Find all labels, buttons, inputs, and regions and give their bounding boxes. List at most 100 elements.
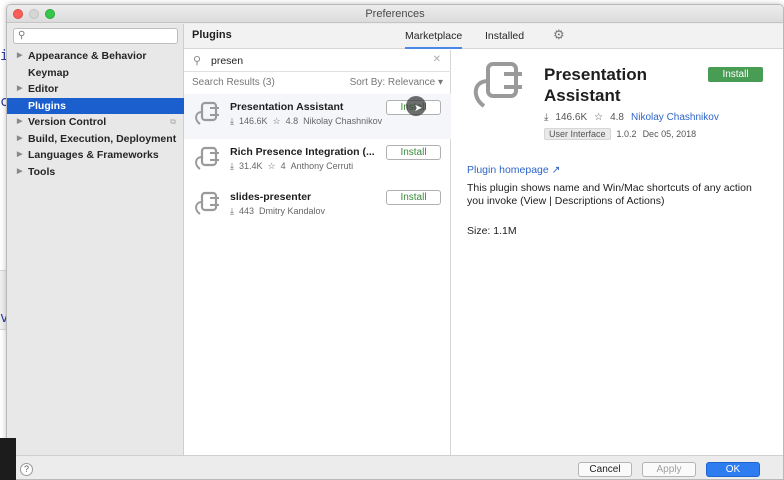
- downloads-count: 146.6K: [555, 112, 588, 123]
- search-value: presen: [211, 55, 244, 67]
- plugin-icon: [195, 101, 219, 125]
- title-bar: Preferences: [7, 5, 783, 23]
- expand-arrow-icon[interactable]: ▶: [17, 164, 22, 181]
- install-button[interactable]: Install: [386, 145, 441, 160]
- list-item[interactable]: Presentation Assistant ⤓ 146.6K ☆ 4.8 Nikola…: [184, 94, 451, 139]
- plugin-detail-tags: User Interface 1.0.2 Dec 05, 2018: [544, 128, 702, 140]
- plugin-detail-name: Presentation Assistant: [544, 65, 647, 105]
- plugin-meta: ⤓ 31.4K ☆ 4 Anthony Cerruti: [230, 161, 358, 172]
- sidebar-item-languages[interactable]: ▶ Languages & Frameworks: [7, 147, 184, 164]
- sidebar-item-keymap[interactable]: Keymap: [7, 65, 184, 82]
- expand-arrow-icon[interactable]: ▶: [17, 114, 22, 131]
- ok-button[interactable]: OK: [706, 462, 760, 477]
- version: 1.0.2: [616, 129, 637, 139]
- downloads-count: 146.6K: [238, 116, 268, 126]
- plugin-search-input[interactable]: ⚲ presen ✕: [184, 50, 451, 72]
- homepage-label: Plugin homepage: [467, 164, 549, 176]
- search-icon: ⚲: [193, 55, 202, 67]
- sidebar-item-appearance[interactable]: ▶ Appearance & Behavior: [7, 48, 184, 65]
- download-icon: ⤓: [230, 206, 234, 216]
- plugin-homepage-link[interactable]: Plugin homepage ↗: [467, 164, 560, 176]
- plugin-name: slides-presenter: [230, 191, 312, 203]
- downloads-count: 443: [238, 206, 255, 216]
- sidebar-item-label: Appearance & Behavior: [28, 50, 147, 62]
- vendor-link[interactable]: Nikolay Chashnikov: [631, 112, 719, 123]
- star-icon: ☆: [272, 116, 281, 126]
- vendor: Nikolay Chashnikov: [303, 116, 383, 126]
- list-item[interactable]: Rich Presence Integration (... ⤓ 31.4K ☆ 4 A…: [184, 139, 451, 184]
- apply-button[interactable]: Apply: [642, 462, 696, 477]
- rating: 4: [280, 161, 286, 171]
- plugin-description: This plugin shows name and Win/Mac short…: [467, 182, 752, 207]
- plugin-meta: ⤓ 146.6K ☆ 4.8 Nikolay Chashnikov: [230, 116, 387, 127]
- sidebar-item-editor[interactable]: ▶ Editor: [7, 81, 184, 98]
- sidebar-item-label: Build, Execution, Deployment: [28, 132, 177, 145]
- settings-search-input[interactable]: ⚲: [13, 28, 178, 44]
- sidebar-item-label: Plugins: [28, 99, 66, 112]
- plugin-results-list: ⚲ presen ✕ Search Results (3) Sort By: R…: [184, 50, 451, 455]
- plugin-size: Size: 1.1M: [467, 225, 517, 237]
- sidebar-item-tools[interactable]: ▶ Tools: [7, 164, 184, 181]
- sidebar-item-label: Tools: [28, 165, 56, 178]
- rating: 4.8: [285, 116, 299, 126]
- close-window-button[interactable]: [13, 9, 23, 19]
- plugins-header: Plugins Marketplace Installed ⚙: [184, 24, 783, 49]
- install-button[interactable]: Install: [386, 190, 441, 205]
- plugin-name: Presentation Assistant: [230, 101, 344, 113]
- plugin-name: Rich Presence Integration (...: [230, 146, 375, 158]
- sidebar-item-label: Languages & Frameworks: [28, 149, 159, 161]
- preferences-window: Preferences ⚲ ▶ Appearance & Behavior Key…: [6, 4, 784, 480]
- cancel-button[interactable]: Cancel: [578, 462, 632, 477]
- plugins-panel: Plugins Marketplace Installed ⚙ ⚲ presen…: [184, 24, 783, 455]
- expand-arrow-icon[interactable]: ▶: [17, 131, 22, 148]
- cursor-arrow-icon: ➤: [414, 103, 423, 114]
- help-button[interactable]: ?: [20, 463, 33, 476]
- maximize-window-button[interactable]: [45, 9, 55, 19]
- overlay-corner: [0, 438, 16, 480]
- sidebar-item-version-control[interactable]: ▶ Version Control ⧉: [7, 114, 184, 131]
- rating: 4.8: [610, 112, 624, 123]
- plugin-icon: [473, 62, 522, 108]
- download-icon: ⤓: [544, 112, 549, 123]
- vendor: Dmitry Kandalov: [259, 206, 326, 216]
- star-icon: ☆: [267, 161, 276, 171]
- downloads-count: 31.4K: [238, 161, 263, 171]
- category-badge: User Interface: [544, 128, 611, 140]
- plugin-icon: [195, 146, 219, 170]
- expand-arrow-icon[interactable]: ▶: [17, 48, 22, 65]
- tab-installed[interactable]: Installed: [485, 30, 524, 42]
- install-button[interactable]: Install: [708, 67, 763, 82]
- sort-dropdown[interactable]: Sort By: Relevance ▾: [350, 77, 443, 88]
- plugin-meta: ⤓ 443 Dmitry Kandalov: [230, 206, 330, 217]
- results-count: Search Results (3): [192, 77, 275, 88]
- external-link-icon: ↗: [551, 164, 561, 176]
- download-icon: ⤓: [230, 116, 234, 126]
- star-icon: ☆: [594, 112, 604, 123]
- release-date: Dec 05, 2018: [642, 129, 697, 139]
- sidebar-item-build[interactable]: ▶ Build, Execution, Deployment: [7, 131, 184, 148]
- plugin-detail-meta: ⤓ 146.6K ☆ 4.8 Nikolay Chashnikov: [544, 112, 726, 123]
- vendor: Anthony Cerruti: [290, 161, 354, 171]
- sidebar-item-label: Editor: [28, 83, 59, 95]
- sidebar-item-plugins[interactable]: Plugins: [7, 97, 184, 114]
- settings-tree: ▶ Appearance & Behavior Keymap ▶ Editor Pl…: [7, 48, 184, 180]
- clear-search-icon[interactable]: ✕: [433, 54, 441, 65]
- sidebar-item-label: Version Control: [28, 116, 107, 128]
- dialog-footer: ? Cancel Apply OK: [7, 455, 783, 479]
- expand-arrow-icon[interactable]: ▶: [17, 81, 22, 98]
- chevron-down-icon: ▾: [437, 77, 443, 88]
- settings-sidebar: ⚲ ▶ Appearance & Behavior Keymap ▶ Editor …: [7, 24, 184, 455]
- plugin-icon: [195, 191, 219, 215]
- plugin-detail: Presentation Assistant Install ⤓ 146.6K ☆ 4…: [452, 50, 783, 455]
- page-title: Plugins: [192, 29, 232, 41]
- tab-marketplace[interactable]: Marketplace: [405, 30, 463, 49]
- window-title: Preferences: [365, 8, 425, 20]
- minimize-window-button[interactable]: [29, 9, 39, 19]
- gear-icon[interactable]: ⚙: [553, 27, 565, 43]
- results-bar: Search Results (3) Sort By: Relevance ▾: [184, 74, 451, 92]
- project-scope-icon: ⧉: [170, 117, 176, 126]
- list-item[interactable]: slides-presenter ⤓ 443 Dmitry Kandalov Ins…: [184, 184, 451, 229]
- expand-arrow-icon[interactable]: ▶: [17, 147, 22, 164]
- sort-label: Sort By: Relevance: [349, 77, 436, 88]
- sidebar-item-label: Keymap: [28, 66, 69, 79]
